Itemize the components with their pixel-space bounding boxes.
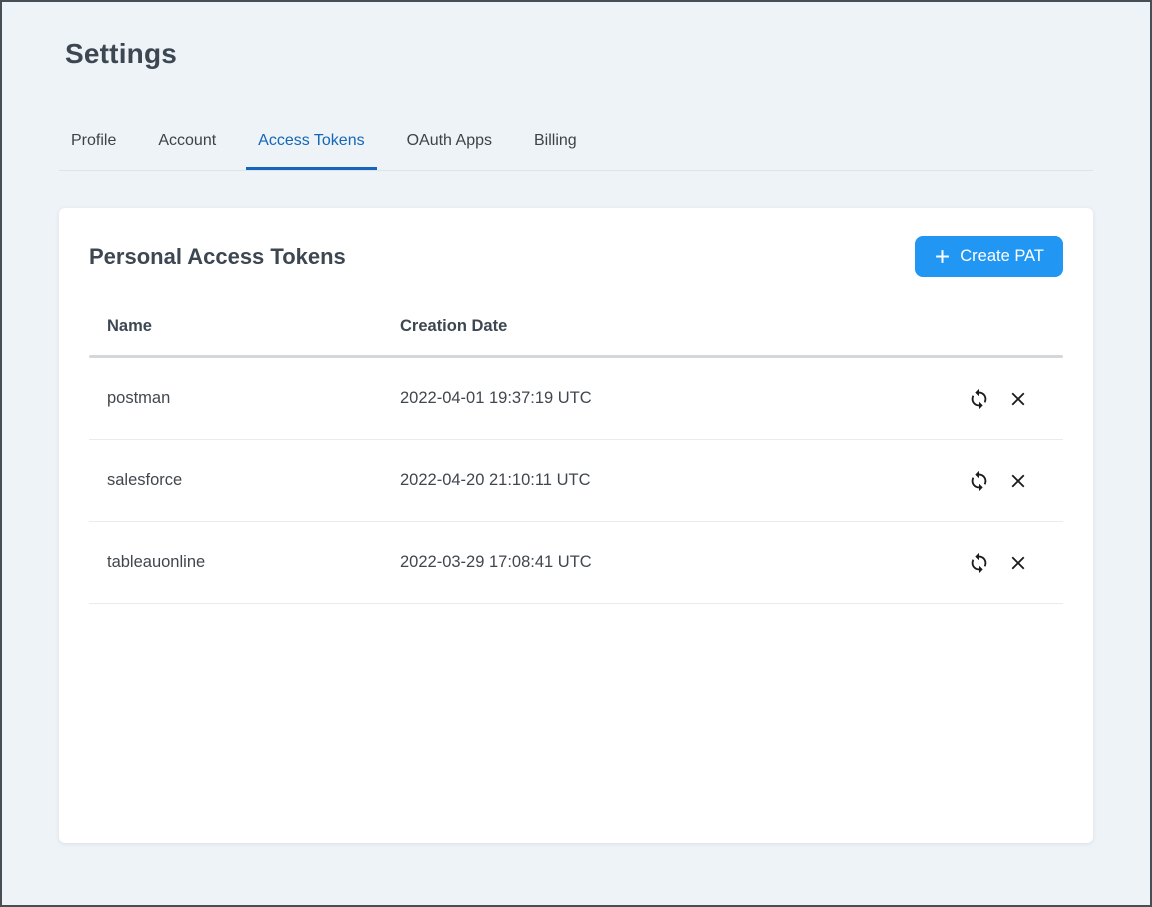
token-creation-date: 2022-04-20 21:10:11 UTC	[400, 471, 968, 490]
row-actions	[968, 388, 1029, 410]
delete-token-button[interactable]	[1007, 470, 1029, 492]
table-header-row: Name Creation Date	[89, 303, 1063, 355]
app-window: Settings Profile Account Access Tokens O…	[0, 0, 1152, 907]
sync-icon	[968, 552, 990, 574]
table-row: tableauonline 2022-03-29 17:08:41 UTC	[89, 522, 1063, 604]
token-name: postman	[107, 389, 400, 408]
tab-profile[interactable]: Profile	[59, 132, 128, 170]
token-creation-date: 2022-03-29 17:08:41 UTC	[400, 553, 968, 572]
delete-token-button[interactable]	[1007, 388, 1029, 410]
tab-access-tokens[interactable]: Access Tokens	[246, 132, 376, 170]
close-icon	[1007, 388, 1029, 410]
tab-billing[interactable]: Billing	[522, 132, 589, 170]
create-pat-button-label: Create PAT	[960, 247, 1044, 266]
refresh-token-button[interactable]	[968, 388, 990, 410]
table-row: salesforce 2022-04-20 21:10:11 UTC	[89, 440, 1063, 522]
card-title: Personal Access Tokens	[89, 244, 346, 270]
row-actions	[968, 470, 1029, 492]
pat-card: Personal Access Tokens Create PAT Name C…	[59, 208, 1093, 843]
token-creation-date: 2022-04-01 19:37:19 UTC	[400, 389, 968, 408]
close-icon	[1007, 470, 1029, 492]
table-row: postman 2022-04-01 19:37:19 UTC	[89, 358, 1063, 440]
plus-icon	[934, 248, 951, 265]
column-header-creation-date: Creation Date	[400, 317, 1029, 336]
create-pat-button[interactable]: Create PAT	[915, 236, 1063, 277]
token-name: tableauonline	[107, 553, 400, 572]
settings-page: Settings Profile Account Access Tokens O…	[2, 2, 1150, 843]
row-actions	[968, 552, 1029, 574]
tab-account[interactable]: Account	[146, 132, 228, 170]
token-name: salesforce	[107, 471, 400, 490]
refresh-token-button[interactable]	[968, 470, 990, 492]
page-title: Settings	[65, 38, 1093, 70]
tab-oauth-apps[interactable]: OAuth Apps	[395, 132, 504, 170]
pat-card-header: Personal Access Tokens Create PAT	[89, 236, 1063, 277]
column-header-name: Name	[107, 317, 400, 336]
delete-token-button[interactable]	[1007, 552, 1029, 574]
settings-tab-bar: Profile Account Access Tokens OAuth Apps…	[59, 132, 1093, 171]
sync-icon	[968, 470, 990, 492]
sync-icon	[968, 388, 990, 410]
close-icon	[1007, 552, 1029, 574]
refresh-token-button[interactable]	[968, 552, 990, 574]
pat-table: Name Creation Date postman 2022-04-01 19…	[89, 303, 1063, 604]
